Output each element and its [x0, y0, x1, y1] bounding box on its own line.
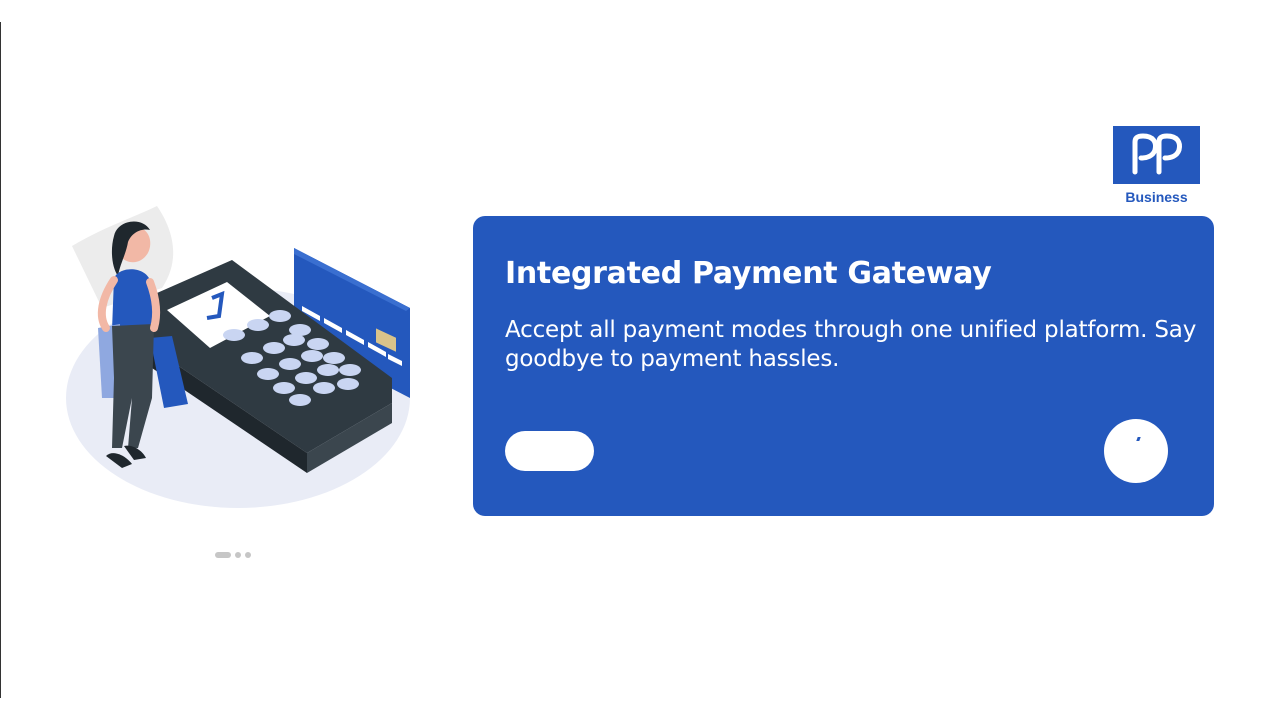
- carousel-dot[interactable]: [235, 552, 241, 558]
- payment-terminal-illustration: [62, 198, 422, 518]
- window-edge: [0, 22, 1, 698]
- next-slide-button[interactable]: [1104, 419, 1168, 483]
- carousel-indicator: [215, 552, 251, 558]
- primary-action-button[interactable]: [505, 431, 594, 471]
- carousel-dot[interactable]: [245, 552, 251, 558]
- arrow-right-icon: [1136, 437, 1141, 441]
- brand-block: Business: [1113, 126, 1200, 205]
- feature-card: Integrated Payment Gateway Accept all pa…: [473, 216, 1214, 516]
- feature-title: Integrated Payment Gateway: [505, 256, 992, 291]
- pp-logo-icon: [1113, 126, 1200, 184]
- feature-description: Accept all payment modes through one uni…: [505, 317, 1197, 372]
- carousel-dot-active[interactable]: [215, 552, 231, 558]
- brand-label: Business: [1125, 189, 1188, 205]
